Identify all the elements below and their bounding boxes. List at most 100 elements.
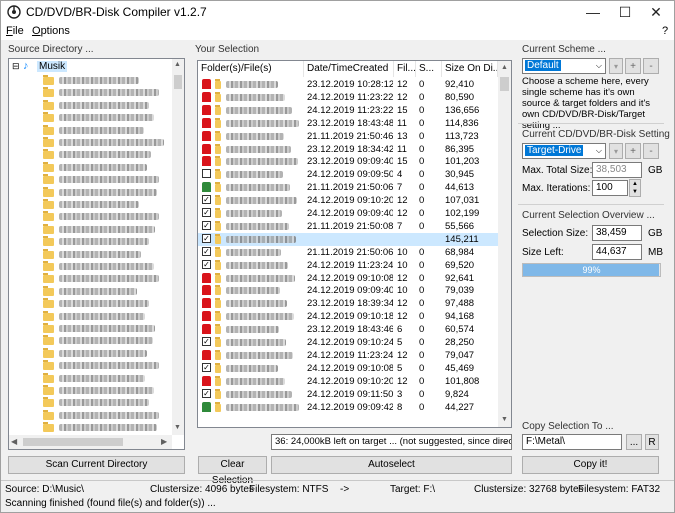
- tree-folder-item[interactable]: [9, 74, 169, 86]
- scheme-select[interactable]: Default ⌵: [522, 58, 606, 74]
- title-bar[interactable]: CD/DVD/BR-Disk Compiler v1.2.7 — ☐ ✕: [1, 1, 674, 23]
- table-row[interactable]: 21.11.2019 21:50:06 7 0 44,613: [198, 181, 498, 194]
- tree-folder-item[interactable]: [9, 136, 169, 148]
- source-tree[interactable]: ⊟ ♪ Musik ▲ ▼ ◀ ▶: [8, 58, 185, 450]
- table-row[interactable]: 24.12.2019 09:10:20 12 0 101,808: [198, 375, 498, 388]
- row-checkbox[interactable]: ✓: [202, 195, 211, 205]
- tree-folder-item[interactable]: [9, 347, 169, 359]
- tree-folder-item[interactable]: [9, 111, 169, 123]
- disk-options-button[interactable]: ▾: [609, 143, 623, 159]
- row-checkbox[interactable]: ✓: [202, 233, 211, 243]
- table-row[interactable]: 24.12.2019 09:10:08 12 0 92,641: [198, 272, 498, 285]
- scheme-add-button[interactable]: +: [625, 58, 641, 74]
- tree-folder-item[interactable]: [9, 223, 169, 235]
- copy-it-button[interactable]: Copy it!: [522, 456, 659, 474]
- disk-remove-button[interactable]: -: [643, 143, 659, 159]
- selection-table[interactable]: Folder(s)/File(s) Date/TimeCreated Fil..…: [197, 60, 512, 428]
- disk-setting-select[interactable]: Target-Drive ⌵: [522, 143, 606, 159]
- table-row[interactable]: ✓ 24.12.2019 09:11:50 3 0 9,824: [198, 388, 498, 401]
- collapse-icon[interactable]: ⊟: [12, 61, 20, 72]
- tree-folder-item[interactable]: [9, 409, 169, 421]
- scroll-up-icon[interactable]: ▲: [174, 61, 181, 68]
- table-row[interactable]: 24.12.2019 11:23:22 12 0 80,590: [198, 91, 498, 104]
- scheme-remove-button[interactable]: -: [643, 58, 659, 74]
- table-vscroll[interactable]: ▲ ▼: [498, 61, 511, 427]
- row-checkbox[interactable]: [202, 169, 211, 179]
- tree-folder-item[interactable]: [9, 235, 169, 247]
- tree-vscroll-thumb[interactable]: [174, 75, 182, 89]
- menu-help[interactable]: ?: [662, 25, 668, 37]
- tree-folder-item[interactable]: [9, 272, 169, 284]
- table-row[interactable]: ✓ 24.12.2019 11:23:24 10 0 69,520: [198, 259, 498, 272]
- tree-folder-item[interactable]: [9, 161, 169, 173]
- tree-folder-item[interactable]: [9, 124, 169, 136]
- row-checkbox[interactable]: ✓: [202, 362, 211, 372]
- tree-folder-item[interactable]: [9, 248, 169, 260]
- table-row[interactable]: ✓ 21.11.2019 21:50:08 7 0 55,566: [198, 220, 498, 233]
- menu-options[interactable]: Options: [32, 25, 70, 37]
- table-row[interactable]: 23.12.2019 10:28:12 12 0 92,410: [198, 78, 498, 91]
- scan-current-directory-button[interactable]: Scan Current Directory: [8, 456, 185, 474]
- row-checkbox[interactable]: ✓: [202, 208, 211, 217]
- col-folder[interactable]: Folder(s)/File(s): [198, 61, 304, 77]
- row-checkbox[interactable]: ✓: [202, 259, 211, 269]
- scheme-options-button[interactable]: ▾: [609, 58, 623, 74]
- table-scroll-down-icon[interactable]: ▼: [501, 416, 508, 423]
- tree-folder-item[interactable]: [9, 310, 169, 322]
- tree-folder-item[interactable]: [9, 396, 169, 408]
- table-row[interactable]: 24.12.2019 09:09:42 8 0 44,227: [198, 401, 498, 414]
- tree-folder-item[interactable]: [9, 384, 169, 396]
- suggestion-dropdown[interactable]: 36: 24,000kB left on target ... (not sug…: [271, 434, 512, 450]
- scroll-right-icon[interactable]: ▶: [161, 437, 167, 446]
- table-row[interactable]: ✓ 24.12.2019 09:09:40 12 0 102,199: [198, 207, 498, 220]
- table-row[interactable]: 24.12.2019 11:23:22 15 0 136,656: [198, 104, 498, 117]
- r-button[interactable]: R: [645, 434, 659, 450]
- table-row[interactable]: 23.12.2019 18:43:46 6 0 60,574: [198, 323, 498, 336]
- table-row[interactable]: 24.12.2019 09:09:50 4 0 30,945: [198, 168, 498, 181]
- tree-vscroll[interactable]: ▲ ▼: [172, 59, 184, 435]
- max-iterations-field[interactable]: 100: [592, 180, 628, 196]
- close-button[interactable]: ✕: [639, 3, 673, 21]
- tree-folder-item[interactable]: [9, 186, 169, 198]
- row-checkbox[interactable]: ✓: [202, 246, 211, 256]
- tree-folder-item[interactable]: [9, 173, 169, 185]
- col-s[interactable]: S...: [416, 61, 442, 77]
- table-row[interactable]: ✓ 24.12.2019 09:10:08 5 0 45,469: [198, 362, 498, 375]
- maximize-button[interactable]: ☐: [608, 3, 642, 21]
- tree-folder-item[interactable]: [9, 99, 169, 111]
- row-checkbox[interactable]: ✓: [202, 388, 211, 398]
- tree-folder-item[interactable]: [9, 297, 169, 309]
- row-checkbox[interactable]: ✓: [202, 220, 211, 230]
- col-files[interactable]: Fil...: [394, 61, 416, 77]
- tree-folder-item[interactable]: [9, 322, 169, 334]
- table-row[interactable]: 24.12.2019 09:10:18 12 0 94,168: [198, 310, 498, 323]
- table-scroll-up-icon[interactable]: ▲: [501, 64, 508, 71]
- scheme-chevron-icon[interactable]: ⌵: [596, 59, 602, 73]
- clear-selection-button[interactable]: Clear Selection: [198, 456, 267, 486]
- table-row[interactable]: 23.12.2019 18:43:48 11 0 114,836: [198, 117, 498, 130]
- menu-file[interactable]: File: [6, 25, 24, 37]
- col-size[interactable]: Size On Di...: [442, 61, 498, 77]
- tree-folder-item[interactable]: [9, 372, 169, 384]
- disk-add-button[interactable]: +: [625, 143, 641, 159]
- tree-folder-item[interactable]: [9, 334, 169, 346]
- row-checkbox[interactable]: ✓: [202, 337, 211, 346]
- tree-folder-item[interactable]: [9, 86, 169, 98]
- minimize-button[interactable]: —: [576, 3, 610, 21]
- table-row[interactable]: 23.12.2019 09:09:40 15 0 101,203: [198, 155, 498, 168]
- suggestion-chevron-icon[interactable]: ⌵: [502, 435, 508, 449]
- table-row[interactable]: 23.12.2019 18:34:42 11 0 86,395: [198, 143, 498, 156]
- autoselect-button[interactable]: Autoselect: [271, 456, 512, 474]
- table-row[interactable]: 24.12.2019 09:09:40 10 0 79,039: [198, 284, 498, 297]
- scroll-left-icon[interactable]: ◀: [11, 437, 17, 446]
- table-row[interactable]: 21.11.2019 21:50:46 13 0 113,723: [198, 130, 498, 143]
- scroll-down-icon[interactable]: ▼: [174, 424, 181, 431]
- tree-hscroll-thumb[interactable]: [23, 438, 123, 446]
- tree-folder-item[interactable]: [9, 260, 169, 272]
- max-iterations-spinner[interactable]: ▲ ▼: [629, 179, 641, 197]
- tree-folder-item[interactable]: [9, 198, 169, 210]
- table-row[interactable]: ✓ 24.12.2019 09:10:20 12 0 107,031: [198, 194, 498, 207]
- table-row[interactable]: ✓ 24.12.2019 09:10:24 5 0 28,250: [198, 336, 498, 349]
- disk-setting-chevron-icon[interactable]: ⌵: [596, 144, 602, 158]
- table-row[interactable]: 24.12.2019 11:23:24 12 0 79,047: [198, 349, 498, 362]
